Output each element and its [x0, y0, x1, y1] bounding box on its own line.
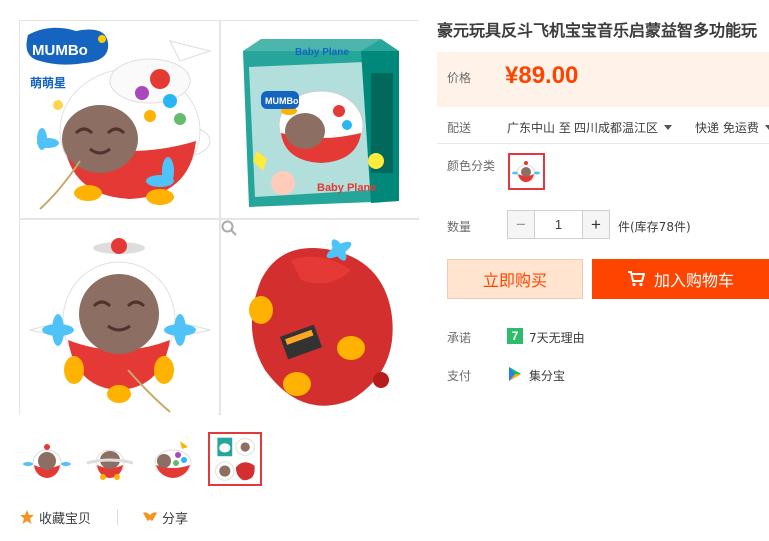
- brand-logo-text: MUMBo: [32, 42, 88, 59]
- promise-7day-icon: 7: [507, 328, 523, 344]
- star-icon: [20, 510, 34, 524]
- shipping-from: 广东中山 至: [507, 121, 571, 135]
- color-row: 颜色分类: [437, 153, 769, 193]
- quantity-input[interactable]: [534, 211, 583, 238]
- favorite-label: 收藏宝贝: [39, 511, 92, 527]
- gallery-image-2[interactable]: Baby Plane MUMBo Baby Plane: [221, 21, 419, 217]
- action-divider: [117, 509, 119, 525]
- price-value: ¥89.00: [505, 62, 579, 89]
- shipping-destination-select[interactable]: 四川成都温江区: [574, 119, 673, 136]
- payment-text[interactable]: 集分宝: [529, 367, 565, 384]
- thumbnail-1[interactable]: [19, 432, 73, 486]
- stock-text: 件(库存78件): [618, 220, 691, 234]
- caret-down-icon: [764, 125, 769, 130]
- brand-logo: MUMBo: [26, 27, 109, 65]
- gallery-image-1[interactable]: MUMBo 萌萌星: [20, 21, 218, 217]
- gallery-image-3[interactable]: [20, 220, 218, 415]
- price-section: 价格 ¥89.00: [437, 52, 769, 107]
- quantity-row: 数量 − + 件(库存78件): [437, 210, 769, 240]
- add-to-cart-button[interactable]: 加入购物车: [592, 259, 769, 299]
- buy-now-button[interactable]: 立即购买: [447, 259, 583, 299]
- thumbnail-3[interactable]: [145, 432, 199, 486]
- svg-text:Baby Plane: Baby Plane: [295, 47, 349, 58]
- payment-row: 支付 集分宝: [437, 365, 769, 385]
- color-label: 颜色分类: [447, 159, 496, 173]
- shipping-destination: 四川成都温江区: [574, 121, 659, 135]
- add-to-cart-label: 加入购物车: [653, 271, 734, 290]
- section-divider: [437, 143, 769, 144]
- cart-icon: [627, 271, 645, 287]
- share-button[interactable]: 分享: [142, 508, 188, 527]
- favorite-button[interactable]: 收藏宝贝: [19, 508, 91, 527]
- color-swatch-plane[interactable]: [508, 153, 545, 190]
- quantity-label: 数量: [447, 220, 472, 234]
- buy-now-label: 立即购买: [482, 271, 547, 290]
- shipping-label: 配送: [447, 121, 472, 135]
- thumbnail-2[interactable]: [82, 432, 136, 486]
- gallery-image-4[interactable]: [221, 220, 419, 415]
- zoom-icon[interactable]: [221, 220, 237, 236]
- share-label: 分享: [162, 511, 189, 527]
- price-label: 价格: [447, 71, 472, 85]
- promise-label: 承诺: [447, 331, 472, 345]
- shipping-fee: 快递 免运费: [695, 121, 759, 135]
- quantity-plus-button[interactable]: +: [583, 211, 609, 238]
- shipping-fee-select[interactable]: 快递 免运费: [695, 119, 769, 136]
- shipping-row: 配送 广东中山 至 四川成都温江区 快递 免运费: [437, 118, 769, 140]
- box-label-text: Baby Plane: [317, 182, 376, 194]
- promise-row: 承诺 7 7天无理由: [437, 327, 769, 347]
- brand-cn-text: 萌萌星: [30, 75, 66, 90]
- item-actions: 收藏宝贝 分享: [19, 507, 188, 527]
- svg-text:MUMBo: MUMBo: [265, 96, 299, 106]
- product-title: 豪元玩具反斗飞机宝宝音乐启蒙益智多功能玩: [437, 21, 758, 40]
- payment-label: 支付: [447, 369, 472, 383]
- caret-down-icon: [664, 125, 673, 130]
- jifenbao-icon: [509, 367, 521, 381]
- promise-text[interactable]: 7天无理由: [529, 329, 585, 346]
- thumbnail-4[interactable]: [208, 432, 262, 486]
- share-icon: [143, 512, 158, 521]
- product-gallery: MUMBo 萌萌星 Baby Plane MUMBo Baby Plane: [19, 20, 419, 415]
- quantity-stepper: − +: [507, 210, 610, 239]
- quantity-minus-button[interactable]: −: [508, 211, 534, 238]
